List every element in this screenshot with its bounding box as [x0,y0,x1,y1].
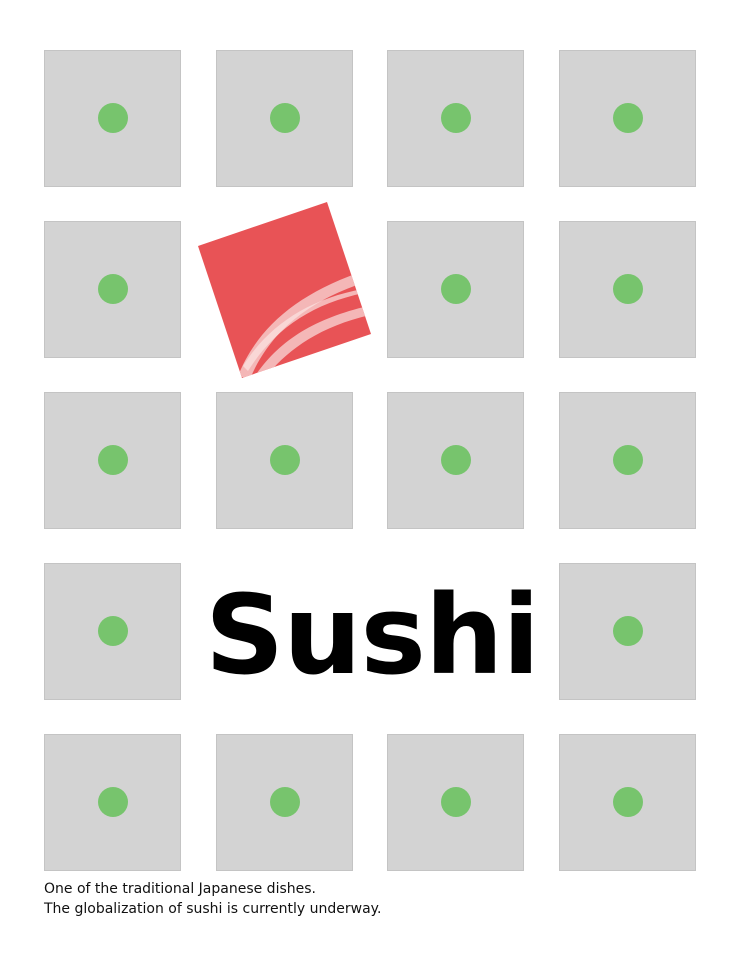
green-dot-icon [98,787,128,817]
grid-tile [387,221,524,358]
green-dot-icon [98,274,128,304]
grid-tile [44,221,181,358]
green-dot-icon [98,616,128,646]
grid-tile [559,392,696,529]
green-dot-icon [441,445,471,475]
green-dot-icon [613,103,643,133]
poster-title: Sushi [205,571,540,699]
green-dot-icon [441,787,471,817]
green-dot-icon [98,445,128,475]
grid-tile [44,50,181,187]
sushi-poster: Sushi One of the traditional Japanese di… [0,0,740,957]
caption-line: One of the traditional Japanese dishes. [44,881,316,897]
grid-tile [387,392,524,529]
grid-tile [216,734,353,871]
green-dot-icon [613,616,643,646]
salmon-nigiri-icon [198,202,371,378]
grid-tile [216,392,353,529]
caption-line: The globalization of sushi is currently … [44,901,382,917]
green-dot-icon [613,787,643,817]
green-dot-icon [98,103,128,133]
green-dot-icon [441,103,471,133]
grid-tile [559,734,696,871]
green-dot-icon [613,274,643,304]
green-dot-icon [270,787,300,817]
grid-tile [559,50,696,187]
grid-tile [216,50,353,187]
grid-tile [387,50,524,187]
green-dot-icon [441,274,471,304]
grid-tile [44,734,181,871]
grid-tile [44,392,181,529]
grid-tile [559,563,696,700]
green-dot-icon [613,445,643,475]
poster-caption: One of the traditional Japanese dishes. … [44,879,381,919]
grid-tile [44,563,181,700]
green-dot-icon [270,445,300,475]
green-dot-icon [270,103,300,133]
grid-tile [559,221,696,358]
grid-tile [387,734,524,871]
